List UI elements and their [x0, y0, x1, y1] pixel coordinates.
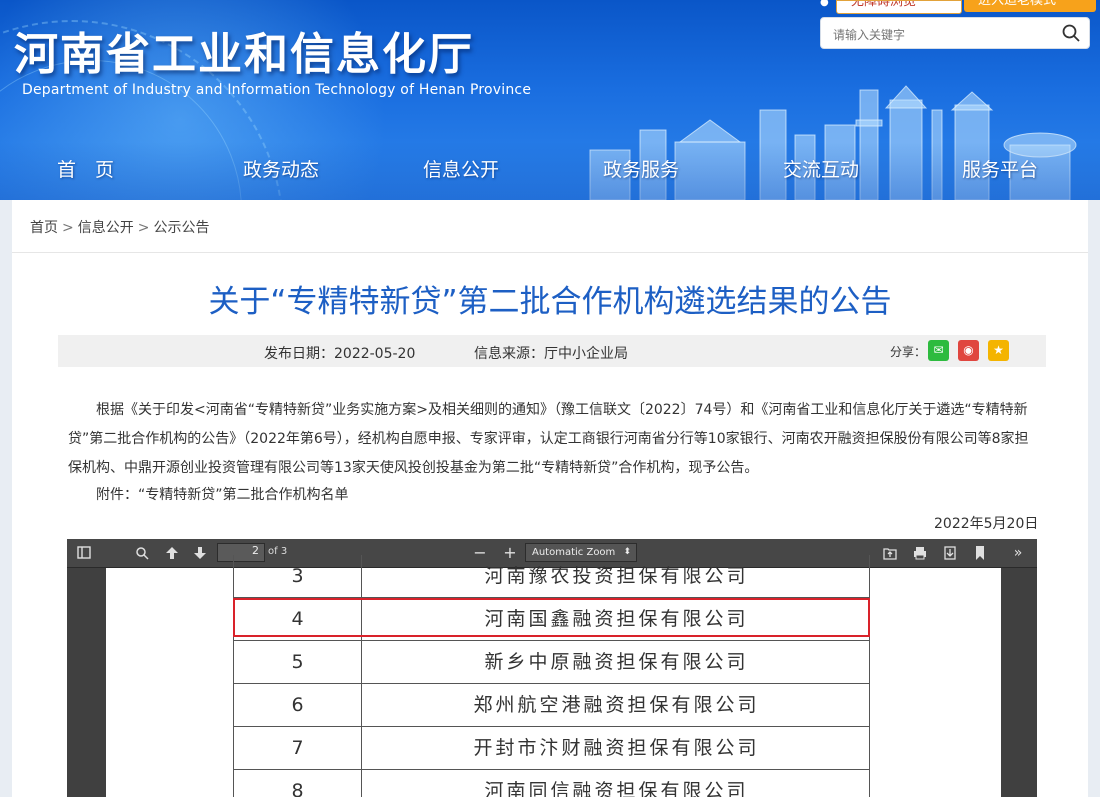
- search-input[interactable]: [831, 24, 1055, 46]
- table-row: 6 郑州航空港融资担保有限公司: [233, 684, 870, 727]
- weibo-icon[interactable]: ◉: [958, 340, 979, 361]
- agency-name: 新乡中原融资担保有限公司: [484, 651, 749, 673]
- sidebar-toggle-icon[interactable]: [77, 544, 91, 562]
- row-number: 8: [234, 770, 362, 797]
- breadcrumb: 首页 > 信息公开 > 公示公告: [30, 217, 209, 237]
- pdf-viewer: 2 of 3 − + Automatic Zoom ⬍ » 3 河南豫农投资担保…: [67, 539, 1037, 797]
- qzone-icon[interactable]: ★: [988, 340, 1009, 361]
- breadcrumb-separator: >: [137, 220, 150, 236]
- row-number: 7: [234, 727, 362, 769]
- row-number: 3: [234, 555, 362, 597]
- breadcrumb-announcements[interactable]: 公示公告: [153, 220, 209, 236]
- search-box: [820, 17, 1090, 49]
- table-row: 3 河南豫农投资担保有限公司: [233, 555, 870, 598]
- nav-government-news[interactable]: 政务动态: [243, 155, 319, 182]
- publish-date: 发布日期：2022-05-20: [264, 346, 416, 362]
- previous-page-icon[interactable]: [165, 544, 179, 562]
- site-subtitle: Department of Industry and Information T…: [22, 82, 532, 98]
- nav-government-services[interactable]: 政务服务: [603, 155, 679, 182]
- bookmark-icon[interactable]: [973, 544, 987, 562]
- top-buttons: 无障碍浏览 进入适老模式: [836, 0, 1096, 14]
- nav-interaction[interactable]: 交流互动: [783, 155, 859, 182]
- agency-name: 河南豫农投资担保有限公司: [484, 565, 749, 587]
- article-meta-bar: 发布日期：2022-05-20 信息来源：厅中小企业局 分享： ✉ ◉ ★: [58, 335, 1046, 367]
- table-row: 5 新乡中原融资担保有限公司: [233, 641, 870, 684]
- search-icon[interactable]: [1061, 23, 1081, 43]
- breadcrumb-information-disclosure[interactable]: 信息公开: [78, 220, 134, 236]
- share-label: 分享：: [890, 345, 927, 359]
- attachment-label: 附件：“专精特新贷”第二批合作机构名单: [96, 487, 349, 503]
- info-source: 信息来源：厅中小企业局: [474, 346, 628, 362]
- row-number: 5: [234, 641, 362, 683]
- breadcrumb-separator: >: [62, 220, 74, 236]
- table-row: 8 河南同信融资担保有限公司: [233, 770, 870, 797]
- content-area: 首页 > 信息公开 > 公示公告 关于“专精特新贷”第二批合作机构遴选结果的公告 发布日…: [12, 200, 1088, 797]
- find-icon[interactable]: [135, 544, 149, 562]
- agency-name: 开封市汴财融资担保有限公司: [473, 737, 760, 759]
- accessibility-button[interactable]: 无障碍浏览: [836, 0, 962, 14]
- more-tools-icon[interactable]: »: [1009, 544, 1027, 562]
- agency-name: 河南同信融资担保有限公司: [484, 780, 749, 797]
- open-file-icon[interactable]: [883, 544, 897, 562]
- table-row: 7 开封市汴财融资担保有限公司: [233, 727, 870, 770]
- breadcrumb-divider: [12, 252, 1088, 253]
- article-title: 关于“专精特新贷”第二批合作机构遴选结果的公告: [208, 284, 892, 320]
- main-nav: 首 页 政务动态 信息公开 政务服务 交流互动 服务平台: [0, 155, 1100, 191]
- breadcrumb-home[interactable]: 首页: [30, 220, 58, 236]
- next-page-icon[interactable]: [193, 544, 207, 562]
- site-title: 河南省工业和信息化厅: [14, 29, 474, 80]
- print-icon[interactable]: [913, 544, 927, 562]
- elder-mode-button[interactable]: 进入适老模式: [964, 0, 1096, 12]
- download-icon[interactable]: [943, 544, 957, 562]
- pdf-page: 3 河南豫农投资担保有限公司 4 河南国鑫融资担保有限公司 5 新乡中原融资担保…: [106, 555, 1001, 797]
- weibo-mini-icon[interactable]: ●: [820, 0, 834, 8]
- nav-service-platform[interactable]: 服务平台: [962, 155, 1038, 182]
- sign-date: 2022年5月20日: [934, 516, 1039, 532]
- row-number: 6: [234, 684, 362, 726]
- site-header: ● 无障碍浏览 进入适老模式 河南省工业和信息化厅 Department of …: [0, 0, 1100, 200]
- nav-information-disclosure[interactable]: 信息公开: [423, 155, 499, 182]
- nav-home[interactable]: 首 页: [57, 155, 114, 182]
- agency-name: 郑州航空港融资担保有限公司: [473, 694, 760, 716]
- highlight-box: [233, 598, 870, 637]
- article-body: 根据《关于印发<河南省“专精特新贷”业务实施方案>及相关细则的通知》（豫工信联文…: [68, 402, 1029, 476]
- wechat-icon[interactable]: ✉: [928, 340, 949, 361]
